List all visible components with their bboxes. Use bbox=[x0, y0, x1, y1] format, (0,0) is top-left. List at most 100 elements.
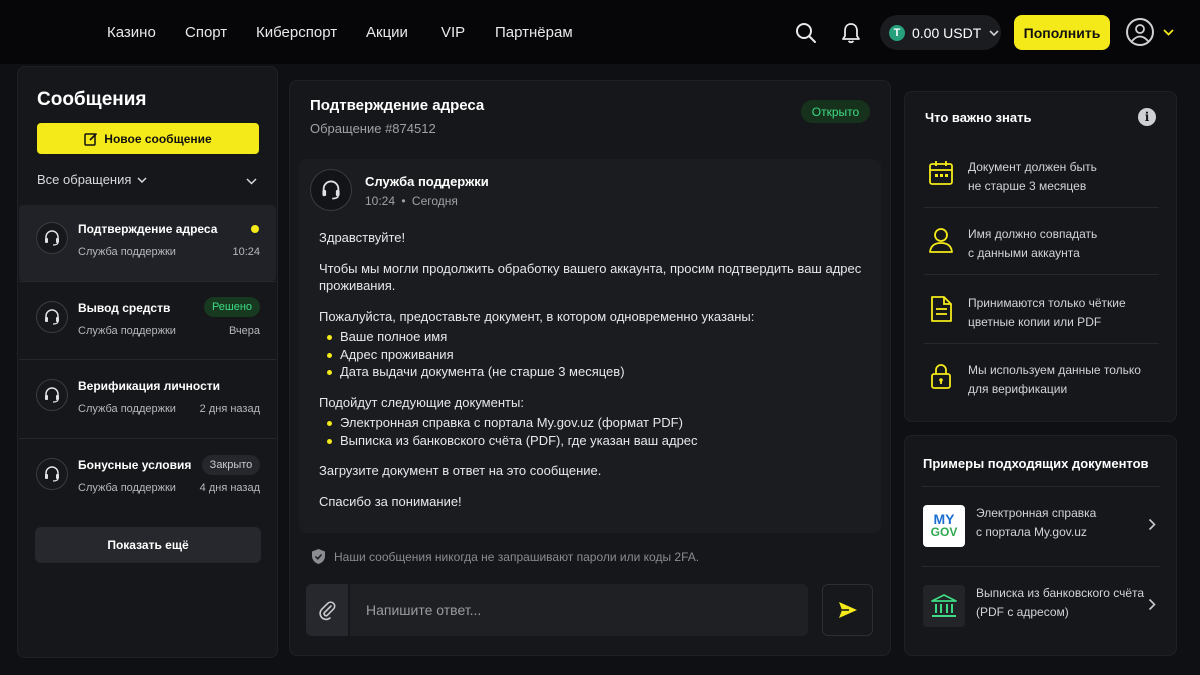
user-icon bbox=[929, 228, 953, 253]
tip-line: Принимаются только чёткие bbox=[968, 296, 1126, 310]
deposit-button[interactable]: Пополнить bbox=[1014, 15, 1110, 50]
balance-selector[interactable]: T 0.00 USDT bbox=[880, 15, 1001, 50]
example-document-item[interactable]: Выписка из банковского счёта (PDF с адрес… bbox=[922, 576, 1162, 636]
conversation-subtitle: Служба поддержки bbox=[78, 403, 176, 415]
divider bbox=[922, 566, 1160, 567]
tip-item: Имя должно совпадать с данными аккаунта bbox=[924, 219, 1159, 286]
ticket-number: Обращение #874512 bbox=[310, 121, 436, 136]
conversation-time: 2 дня назад bbox=[199, 403, 260, 415]
search-icon[interactable] bbox=[794, 21, 818, 45]
send-button[interactable] bbox=[822, 584, 873, 636]
conversation-time: 10:24 bbox=[232, 246, 260, 258]
tip-text: Мы используем данные только для верификац… bbox=[968, 361, 1158, 399]
tip-line: цветные копии или PDF bbox=[968, 315, 1102, 329]
tip-line: для верификации bbox=[968, 382, 1068, 396]
status-badge-resolved: Решено bbox=[204, 297, 260, 317]
tip-line: Мы используем данные только bbox=[968, 363, 1141, 377]
divider bbox=[19, 281, 276, 282]
tip-item: Принимаются только чёткие цветные копии и… bbox=[924, 288, 1159, 355]
paperclip-icon bbox=[319, 601, 336, 621]
headset-icon bbox=[36, 301, 68, 333]
user-avatar-icon[interactable] bbox=[1126, 18, 1154, 46]
tip-line: с данными аккаунта bbox=[968, 246, 1080, 260]
paragraph: Пожалуйста, предоставьте документ, в кот… bbox=[319, 308, 755, 324]
nav-label[interactable]: Казино bbox=[107, 24, 156, 41]
example-document-item[interactable]: MY GOV Электронная справка с портала My.g… bbox=[922, 496, 1162, 556]
nav-item-sport[interactable]: Спорт bbox=[185, 0, 227, 64]
balance-text: 0.00 USDT bbox=[912, 24, 982, 41]
requirements-list: Ваше полное имя Адрес проживания Дата вы… bbox=[319, 328, 864, 381]
document-line: Выписка из банковского счёта bbox=[976, 586, 1145, 600]
attach-button[interactable] bbox=[306, 584, 348, 636]
list-item: Адрес проживания bbox=[319, 346, 864, 364]
conversation-title: Бонусные условия bbox=[78, 458, 192, 472]
filter-dropdown[interactable]: Все обращения bbox=[37, 172, 147, 187]
reply-input[interactable] bbox=[350, 584, 808, 636]
show-more-button[interactable]: Показать ещё bbox=[35, 527, 261, 563]
divider bbox=[924, 207, 1159, 208]
collapse-chevron-icon[interactable] bbox=[245, 176, 257, 186]
list-item: Электронная справка с портала My.gov.uz … bbox=[319, 414, 864, 432]
chevron-down-icon[interactable] bbox=[1162, 27, 1174, 37]
app-root: Казино Спорт Киберспорт Акции VIP Партнё… bbox=[0, 0, 1200, 675]
tip-line: Имя должно совпадать bbox=[968, 227, 1098, 241]
conversation-item[interactable]: Подтверждение адреса Служба поддержки 10… bbox=[19, 205, 276, 281]
headset-icon bbox=[36, 458, 68, 490]
sender-name: Служба поддержки bbox=[365, 174, 489, 189]
closing: Спасибо за понимание! bbox=[319, 493, 462, 509]
paragraph: Подойдут следующие документы: bbox=[319, 394, 524, 410]
conversation-time: Вчера bbox=[228, 325, 260, 337]
support-message: Служба поддержки 10:24 • Сегодня Здравст… bbox=[299, 159, 881, 533]
nav-item-vip[interactable]: VIP bbox=[441, 0, 465, 64]
divider bbox=[924, 274, 1159, 275]
conversation-item[interactable]: Вывод средств Служба поддержки Вчера Реш… bbox=[19, 284, 276, 360]
sidebar-title: Сообщения bbox=[37, 89, 147, 110]
nav-item-casino[interactable]: Казино bbox=[107, 0, 156, 64]
tip-line: Документ должен быть bbox=[968, 160, 1097, 174]
message-time: 10:24 • Сегодня bbox=[365, 194, 458, 208]
mygov-logo: MY GOV bbox=[923, 505, 965, 547]
conversation-title: Верификация личности bbox=[78, 379, 221, 393]
separator-dot: • bbox=[401, 194, 406, 208]
list-item: Ваше полное имя bbox=[319, 328, 864, 346]
chevron-right-icon bbox=[1148, 518, 1156, 531]
edit-icon bbox=[84, 132, 98, 146]
conversation-item[interactable]: Бонусные условия Служба поддержки 4 дня … bbox=[19, 441, 276, 517]
sent-time: 10:24 bbox=[365, 194, 396, 208]
conversation-time: 4 дня назад bbox=[199, 482, 260, 494]
new-message-button[interactable]: Новое сообщение bbox=[37, 123, 259, 154]
document-text: Выписка из банковского счёта (PDF с адрес… bbox=[976, 584, 1151, 622]
tip-text: Имя должно совпадать с данными аккаунта bbox=[968, 225, 1158, 263]
list-item: Дата выдачи документа (не старше 3 месяц… bbox=[319, 363, 864, 381]
chevron-right-icon bbox=[1148, 598, 1156, 611]
send-icon bbox=[838, 602, 857, 618]
nav-label[interactable]: Спорт bbox=[185, 24, 227, 41]
chevron-down-icon bbox=[989, 29, 999, 36]
conversation-title: Подтверждение адреса bbox=[78, 222, 218, 236]
chat-title: Подтверждение адреса bbox=[310, 97, 485, 114]
greeting: Здравствуйте! bbox=[319, 230, 406, 245]
nav-item-esports[interactable]: Киберспорт bbox=[256, 0, 337, 64]
conversation-item[interactable]: Верификация личности Служба поддержки 2 … bbox=[19, 362, 276, 438]
nav-item-promotions[interactable]: Акции bbox=[366, 0, 408, 64]
nav-label[interactable]: Киберспорт bbox=[256, 24, 337, 41]
bell-icon[interactable] bbox=[839, 21, 863, 45]
nav-label[interactable]: Партнёрам bbox=[495, 24, 573, 41]
info-title: Что важно знать bbox=[925, 110, 1032, 125]
divider bbox=[19, 359, 276, 360]
status-badge-open: Открыто bbox=[801, 100, 870, 123]
conversation-subtitle: Служба поддержки bbox=[78, 325, 176, 337]
tip-text: Принимаются только чёткие цветные копии и… bbox=[968, 294, 1158, 332]
paragraph: Чтобы мы могли продолжить обработку ваше… bbox=[319, 260, 862, 294]
calendar-icon bbox=[929, 161, 953, 185]
info-icon[interactable]: i bbox=[1138, 108, 1156, 126]
nav-item-partners[interactable]: Партнёрам bbox=[495, 0, 573, 64]
lock-icon bbox=[931, 364, 951, 389]
shield-icon bbox=[312, 549, 325, 564]
new-message-label: Новое сообщение bbox=[104, 131, 212, 146]
bank-icon bbox=[923, 585, 965, 627]
nav-label[interactable]: VIP bbox=[441, 24, 465, 41]
tip-text: Документ должен быть не старше 3 месяцев bbox=[968, 158, 1158, 196]
filter-label: Все обращения bbox=[37, 172, 132, 187]
nav-label[interactable]: Акции bbox=[366, 24, 408, 41]
